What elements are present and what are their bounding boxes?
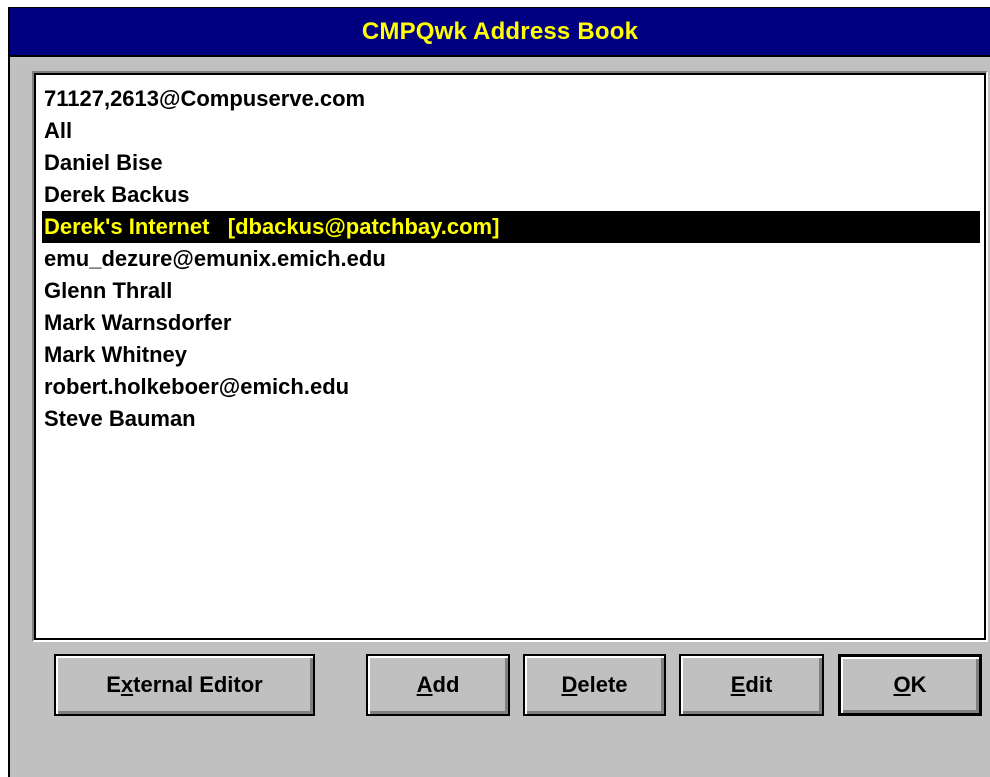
address-list-frame: 71127,2613@Compuserve.com All Daniel Bise D…: [32, 71, 988, 642]
list-item[interactable]: All: [42, 115, 984, 147]
address-book-window: CMPQwk Address Book 71127,2613@Compuserv…: [8, 7, 990, 777]
list-item[interactable]: Mark Whitney: [42, 339, 984, 371]
list-item[interactable]: Derek Backus: [42, 179, 984, 211]
edit-button[interactable]: Edit: [679, 654, 824, 716]
list-item[interactable]: Glenn Thrall: [42, 275, 984, 307]
window-title: CMPQwk Address Book: [361, 17, 639, 45]
list-item-selected[interactable]: Derek's Internet [dbackus@patchbay.com]: [42, 211, 980, 243]
title-bar[interactable]: CMPQwk Address Book: [10, 8, 990, 57]
ok-button[interactable]: OK: [838, 654, 982, 716]
list-item[interactable]: Steve Bauman: [42, 403, 984, 435]
delete-button[interactable]: Delete: [523, 654, 666, 716]
external-editor-button[interactable]: External Editor: [54, 654, 315, 716]
list-item[interactable]: emu_dezure@emunix.emich.edu: [42, 243, 984, 275]
list-item[interactable]: Mark Warnsdorfer: [42, 307, 984, 339]
list-item[interactable]: 71127,2613@Compuserve.com: [42, 83, 984, 115]
list-item[interactable]: Daniel Bise: [42, 147, 984, 179]
add-button[interactable]: Add: [366, 654, 510, 716]
list-item[interactable]: robert.holkeboer@emich.edu: [42, 371, 984, 403]
address-list[interactable]: 71127,2613@Compuserve.com All Daniel Bise D…: [34, 73, 986, 640]
